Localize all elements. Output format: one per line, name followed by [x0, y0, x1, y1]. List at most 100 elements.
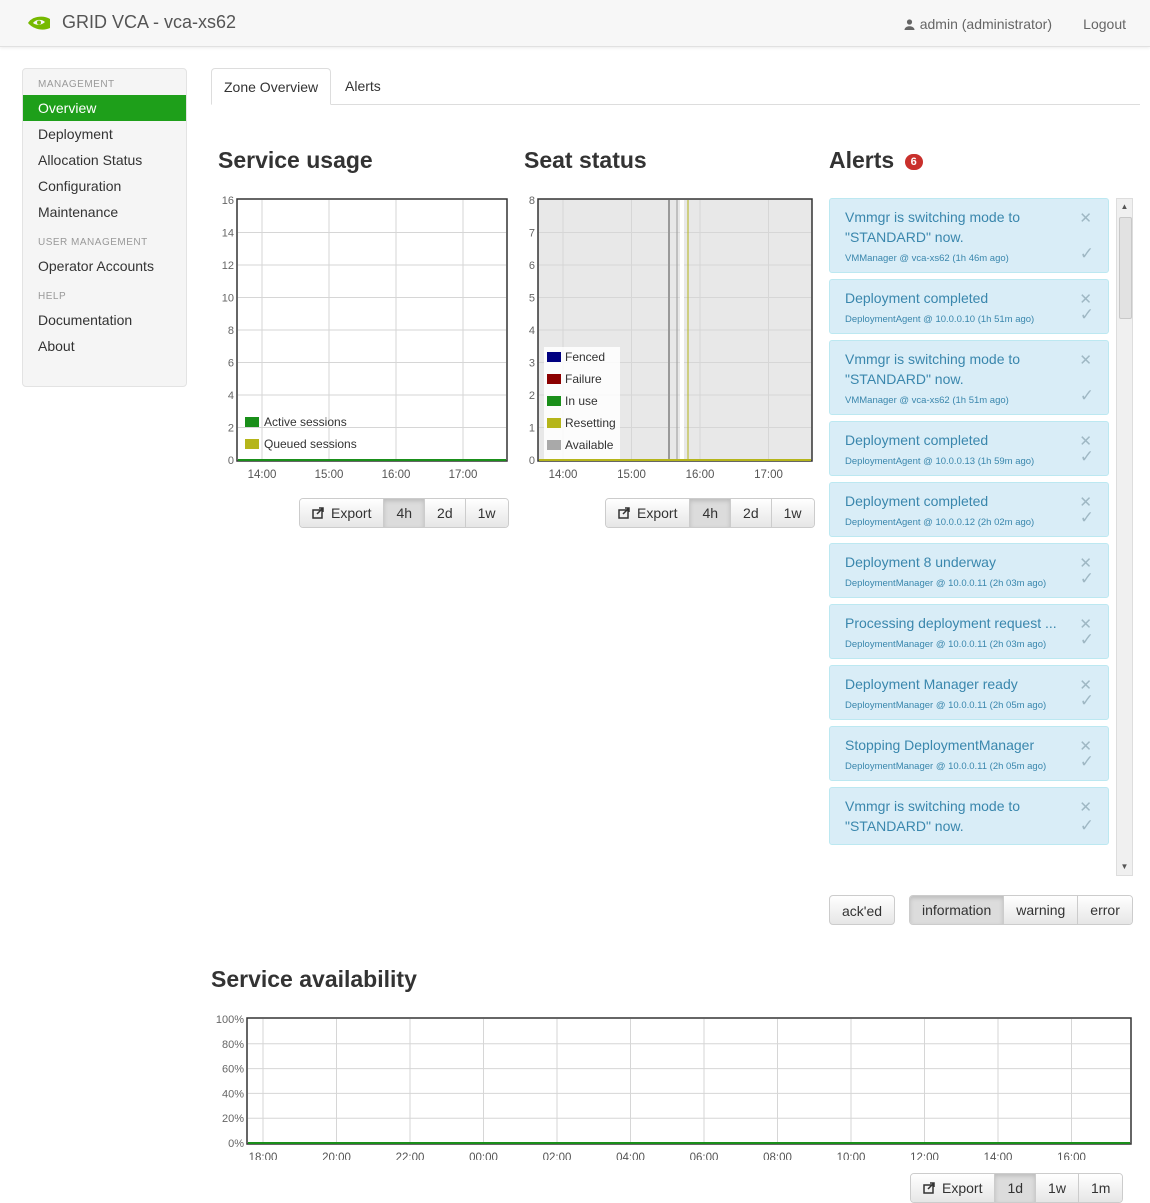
- y-tick-label: 20%: [222, 1113, 244, 1125]
- seat-status-export-button[interactable]: Export: [606, 499, 691, 527]
- x-tick-label: 17:00: [754, 469, 783, 481]
- y-tick-label: 2: [529, 390, 535, 402]
- alert-source: VMManager @ vca-xs62 (1h 46m ago): [845, 253, 1009, 264]
- y-tick-label: 10: [222, 293, 234, 305]
- filter-acked-button[interactable]: ack'ed: [829, 895, 896, 925]
- brand[interactable]: GRID VCA - vca-xs62: [26, 12, 236, 33]
- x-tick-label: 16:00: [686, 469, 715, 481]
- user-menu[interactable]: admin (administrator): [904, 16, 1052, 32]
- filter-error-button[interactable]: error: [1078, 896, 1132, 924]
- range-4h-button[interactable]: 4h: [690, 499, 732, 527]
- alert-item[interactable]: Vmmgr is switching mode to "STANDARD" no…: [829, 198, 1109, 273]
- dismiss-icon[interactable]: ✕: [1079, 798, 1092, 816]
- legend-swatch-in-use: [547, 396, 561, 406]
- scroll-down-arrow-icon[interactable]: ▼: [1117, 860, 1132, 874]
- sidebar-item-configuration[interactable]: Configuration: [23, 173, 186, 199]
- acknowledge-check-icon[interactable]: ✓: [1080, 630, 1094, 650]
- range-2d-button[interactable]: 2d: [731, 499, 772, 527]
- y-tick-label: 4: [529, 325, 535, 337]
- sidebar-item-documentation[interactable]: Documentation: [23, 307, 186, 333]
- nvidia-logo-icon: [28, 16, 50, 30]
- sidebar-item-overview[interactable]: Overview: [23, 95, 186, 121]
- alert-source: DeploymentManager @ 10.0.0.11 (2h 05m ag…: [845, 761, 1047, 772]
- acknowledge-check-icon[interactable]: ✓: [1080, 447, 1094, 467]
- dismiss-icon[interactable]: ✕: [1079, 209, 1092, 227]
- alert-source: DeploymentManager @ 10.0.0.11 (2h 05m ag…: [845, 700, 1047, 711]
- acknowledge-check-icon[interactable]: ✓: [1080, 244, 1094, 264]
- app-title: GRID VCA - vca-xs62: [62, 12, 237, 32]
- range-1w-button[interactable]: 1w: [771, 499, 814, 527]
- dismiss-icon[interactable]: ✕: [1079, 351, 1092, 369]
- seat-status-controls: Export 4h 2d 1w: [605, 498, 815, 528]
- sidebar-item-allocation-status[interactable]: Allocation Status: [23, 147, 186, 173]
- alert-message: Vmmgr is switching mode to "STANDARD" no…: [845, 798, 1021, 834]
- sidebar-item-operator-accounts[interactable]: Operator Accounts: [23, 253, 186, 279]
- service-usage-export-button[interactable]: Export: [300, 499, 385, 527]
- acknowledge-check-icon[interactable]: ✓: [1080, 305, 1094, 325]
- x-tick-label: 18:00: [249, 1152, 278, 1160]
- tab-alerts[interactable]: Alerts: [333, 68, 393, 104]
- alert-source: DeploymentAgent @ 10.0.0.13 (1h 59m ago): [845, 456, 1035, 467]
- alert-message: Processing deployment request ...: [845, 615, 1057, 631]
- sidebar-item-about[interactable]: About: [23, 333, 186, 359]
- alert-message: Vmmgr is switching mode to "STANDARD" no…: [845, 351, 1021, 387]
- alerts-title: Alerts 6: [829, 147, 923, 174]
- range-1w-button[interactable]: 1w: [1036, 1174, 1079, 1202]
- alert-item[interactable]: Deployment 8 underway DeploymentManager @…: [829, 543, 1109, 598]
- y-tick-label: 0%: [228, 1138, 244, 1150]
- x-tick-label: 17:00: [449, 469, 478, 481]
- sidebar-header-help: HELP: [38, 291, 67, 302]
- service-availability-controls: Export 1d 1w 1m: [910, 1173, 1124, 1203]
- acknowledge-check-icon[interactable]: ✓: [1080, 386, 1094, 406]
- legend-label-fenced: Fenced: [565, 350, 605, 364]
- service-availability-chart: 0% 20% 40% 60% 80% 100% 18:00 20:00 22:00 00:00 0…: [216, 1014, 1132, 1160]
- x-tick-label: 22:00: [396, 1152, 425, 1160]
- alert-item[interactable]: Deployment completed DeploymentAgent @ 10…: [829, 279, 1109, 334]
- alert-item[interactable]: Deployment Manager ready DeploymentManage…: [829, 665, 1109, 720]
- user-icon: [904, 18, 915, 30]
- range-1w-button[interactable]: 1w: [465, 499, 508, 527]
- scroll-thumb[interactable]: [1119, 217, 1132, 319]
- export-icon: [923, 1182, 935, 1194]
- logout-link[interactable]: Logout: [1083, 16, 1126, 32]
- export-icon: [312, 507, 324, 519]
- range-1d-button[interactable]: 1d: [995, 1174, 1037, 1202]
- export-label: Export: [331, 505, 372, 521]
- alert-source: VMManager @ vca-xs62 (1h 51m ago): [845, 395, 1009, 406]
- sidebar-item-deployment[interactable]: Deployment: [23, 121, 186, 147]
- alert-source: DeploymentManager @ 10.0.0.11 (2h 03m ag…: [845, 578, 1047, 589]
- alert-item[interactable]: Vmmgr is switching mode to "STANDARD" no…: [829, 787, 1109, 845]
- export-label: Export: [942, 1180, 983, 1196]
- y-tick-label: 7: [529, 228, 535, 240]
- x-tick-label: 16:00: [1057, 1152, 1086, 1160]
- range-2d-button[interactable]: 2d: [425, 499, 466, 527]
- y-tick-label: 4: [228, 390, 234, 402]
- service-availability-export-button[interactable]: Export: [911, 1174, 996, 1202]
- alert-item[interactable]: Deployment completed DeploymentAgent @ 10…: [829, 421, 1109, 476]
- acknowledge-check-icon[interactable]: ✓: [1080, 569, 1094, 589]
- x-tick-label: 14:00: [248, 469, 277, 481]
- alert-message: Deployment completed: [845, 432, 989, 448]
- alert-item[interactable]: Stopping DeploymentManager DeploymentMana…: [829, 726, 1109, 781]
- alert-item[interactable]: Deployment completed DeploymentAgent @ 10…: [829, 482, 1109, 537]
- alert-message: Deployment 8 underway: [845, 554, 996, 570]
- range-1m-button[interactable]: 1m: [1078, 1174, 1123, 1202]
- y-tick-label: 1: [529, 423, 535, 435]
- sidebar-item-maintenance[interactable]: Maintenance: [23, 199, 186, 225]
- alerts-scrollbar[interactable]: ▲ ▼: [1116, 198, 1133, 876]
- acknowledge-check-icon[interactable]: ✓: [1080, 816, 1094, 836]
- tab-zone-overview[interactable]: Zone Overview: [211, 68, 332, 105]
- x-tick-label: 06:00: [690, 1152, 719, 1160]
- acknowledge-check-icon[interactable]: ✓: [1080, 691, 1094, 711]
- acknowledge-check-icon[interactable]: ✓: [1080, 752, 1094, 772]
- alert-item[interactable]: Vmmgr is switching mode to "STANDARD" no…: [829, 340, 1109, 415]
- filter-warning-button[interactable]: warning: [1004, 896, 1079, 924]
- range-4h-button[interactable]: 4h: [384, 499, 426, 527]
- x-tick-label: 08:00: [763, 1152, 792, 1160]
- scroll-up-arrow-icon[interactable]: ▲: [1117, 200, 1132, 214]
- filter-information-button[interactable]: information: [910, 896, 1005, 924]
- legend-swatch-available: [547, 440, 561, 450]
- sidebar-header-management: MANAGEMENT: [38, 79, 115, 90]
- acknowledge-check-icon[interactable]: ✓: [1080, 508, 1094, 528]
- alert-item[interactable]: Processing deployment request ... Deploym…: [829, 604, 1109, 659]
